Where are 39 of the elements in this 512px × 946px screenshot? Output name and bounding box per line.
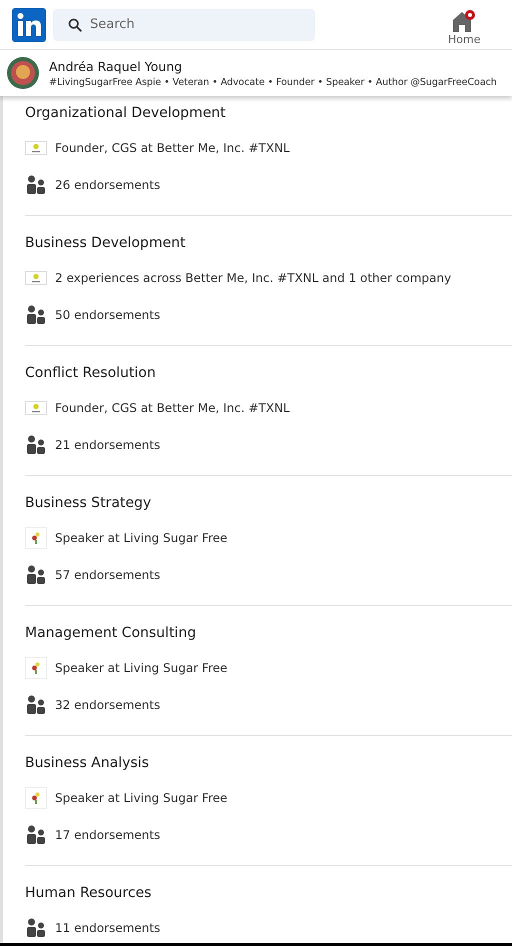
- people-icon: [26, 304, 46, 324]
- company-logo-icon: [25, 140, 47, 154]
- experience-text: 2 experiences across Better Me, Inc. #TXNL and 1 other company: [55, 270, 452, 284]
- experience-text: Founder, CGS at Better Me, Inc. #TXNL: [55, 140, 290, 154]
- endorsement-count[interactable]: 21 endorsements: [55, 438, 160, 452]
- skill-name[interactable]: Human Resources: [25, 883, 512, 903]
- profile-headline: #LivingSugarFree Aspie • Veteran • Advocate • Founder • Speaker • Author @SugarFreeCoach: [49, 76, 497, 88]
- people-icon: [26, 174, 46, 194]
- company-logo-icon: [25, 400, 47, 414]
- endorsement-count[interactable]: 26 endorsements: [55, 178, 160, 192]
- company-logo-icon: [25, 656, 47, 678]
- people-icon: [26, 564, 46, 584]
- experience-text: Speaker at Living Sugar Free: [55, 660, 228, 674]
- endorsement-count[interactable]: 32 endorsements: [55, 698, 160, 712]
- profile-name: Andréa Raquel Young: [49, 58, 184, 74]
- avatar: [7, 57, 39, 89]
- linkedin-logo-icon[interactable]: [12, 8, 46, 42]
- nav-item[interactable]: Home: [448, 4, 480, 46]
- people-icon: [26, 918, 46, 938]
- experience-text: Founder, CGS at Better Me, Inc. #TXNL: [55, 400, 290, 414]
- people-icon: [26, 824, 46, 844]
- skill-name[interactable]: Organizational Development: [25, 103, 512, 123]
- people-icon: [26, 694, 46, 714]
- experience-text: Speaker at Living Sugar Free: [55, 790, 228, 804]
- skill-name[interactable]: Management Consulting: [25, 623, 512, 643]
- company-logo-icon: [25, 526, 47, 548]
- endorsement-count[interactable]: 50 endorsements: [55, 308, 160, 322]
- skill-name[interactable]: Business Analysis: [25, 753, 512, 773]
- endorsement-count[interactable]: 17 endorsements: [55, 828, 160, 842]
- skill-name[interactable]: Conflict Resolution: [25, 363, 512, 383]
- skill-name[interactable]: Business Strategy: [25, 493, 512, 513]
- company-logo-icon: [25, 270, 47, 284]
- experience-text: Speaker at Living Sugar Free: [55, 530, 228, 544]
- endorsement-count[interactable]: 57 endorsements: [55, 568, 160, 582]
- skill-name[interactable]: Business Development: [25, 233, 512, 253]
- endorsement-count[interactable]: 11 endorsements: [55, 920, 160, 934]
- people-icon: [26, 434, 46, 454]
- company-logo-icon: [25, 786, 47, 808]
- search-field[interactable]: Search: [53, 8, 315, 40]
